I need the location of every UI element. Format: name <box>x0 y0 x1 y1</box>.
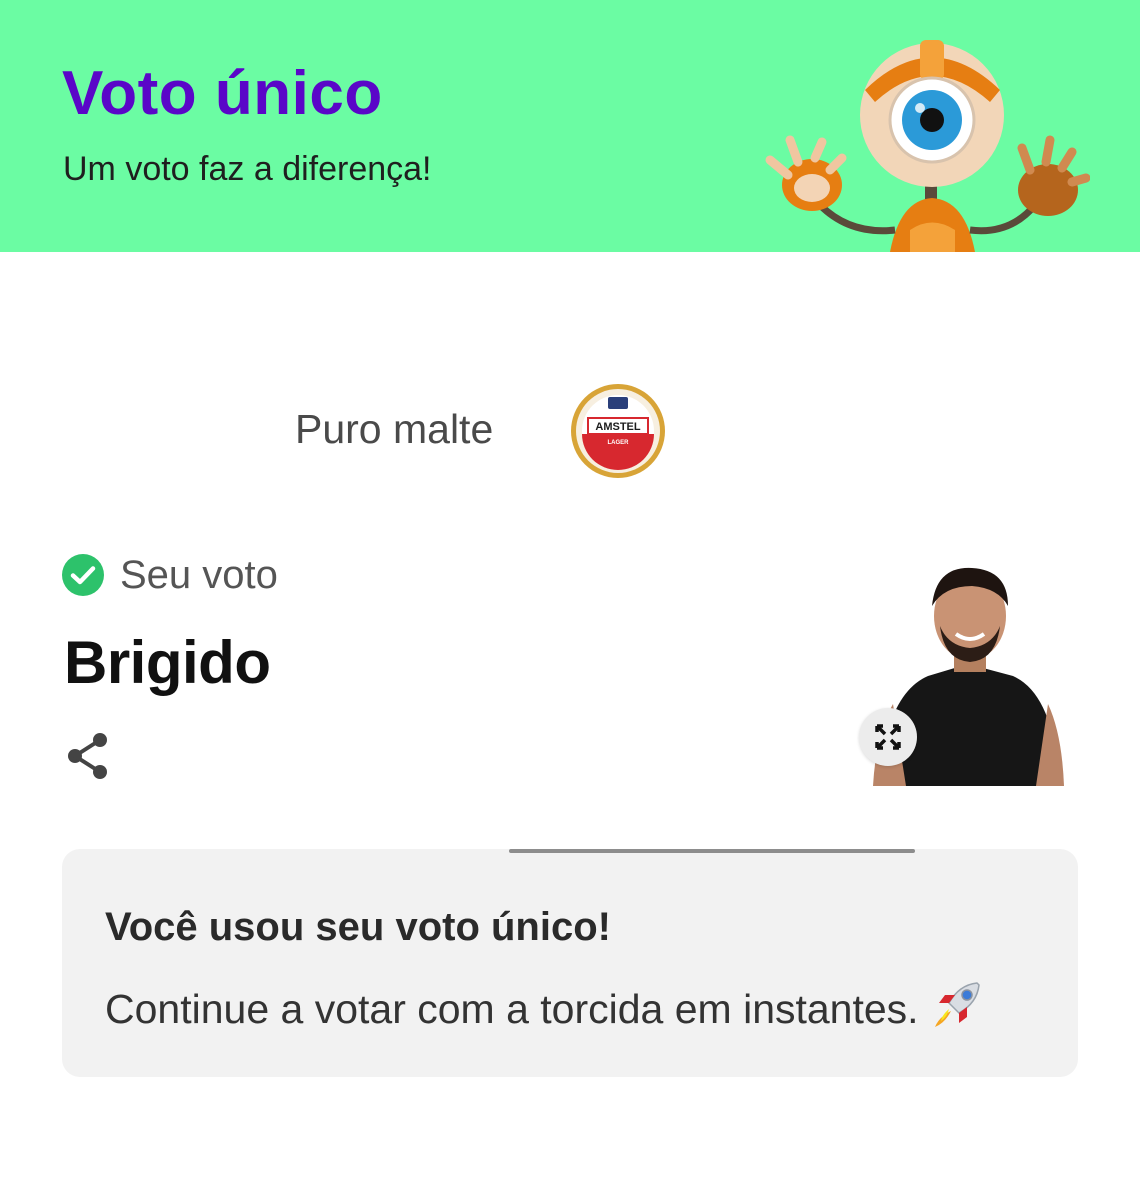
big-brother-eye-robot-icon <box>765 40 1090 252</box>
card-title: Você usou seu voto único! <box>105 905 611 949</box>
share-icon[interactable] <box>64 730 112 782</box>
expand-photo-button[interactable] <box>859 708 917 766</box>
candidate-name: Brigido <box>64 629 271 696</box>
logo-text: AMSTEL <box>595 421 641 433</box>
rocket-icon <box>934 982 980 1027</box>
card-divider <box>509 849 915 853</box>
card-text-row: Continue a votar com a torcida em instan… <box>105 977 985 1033</box>
page-title: Voto único <box>62 59 383 128</box>
vote-status-label: Seu voto <box>120 552 278 597</box>
vote-used-card: Você usou seu voto único! Continue a vot… <box>62 849 1078 1077</box>
sponsor-label: Puro malte <box>295 406 494 452</box>
check-circle-icon <box>62 554 104 596</box>
amstel-lager-logo-icon: AMSTEL LAGER <box>571 384 665 478</box>
vote-status: Seu voto <box>62 552 278 598</box>
page-subtitle: Um voto faz a diferença! <box>63 150 432 188</box>
logo-subtext: LAGER <box>608 440 630 446</box>
card-message: Continue a votar com a torcida em instan… <box>105 986 919 1032</box>
expand-icon <box>875 724 901 750</box>
header-banner: Voto único Um voto faz a diferença! <box>0 0 1140 252</box>
